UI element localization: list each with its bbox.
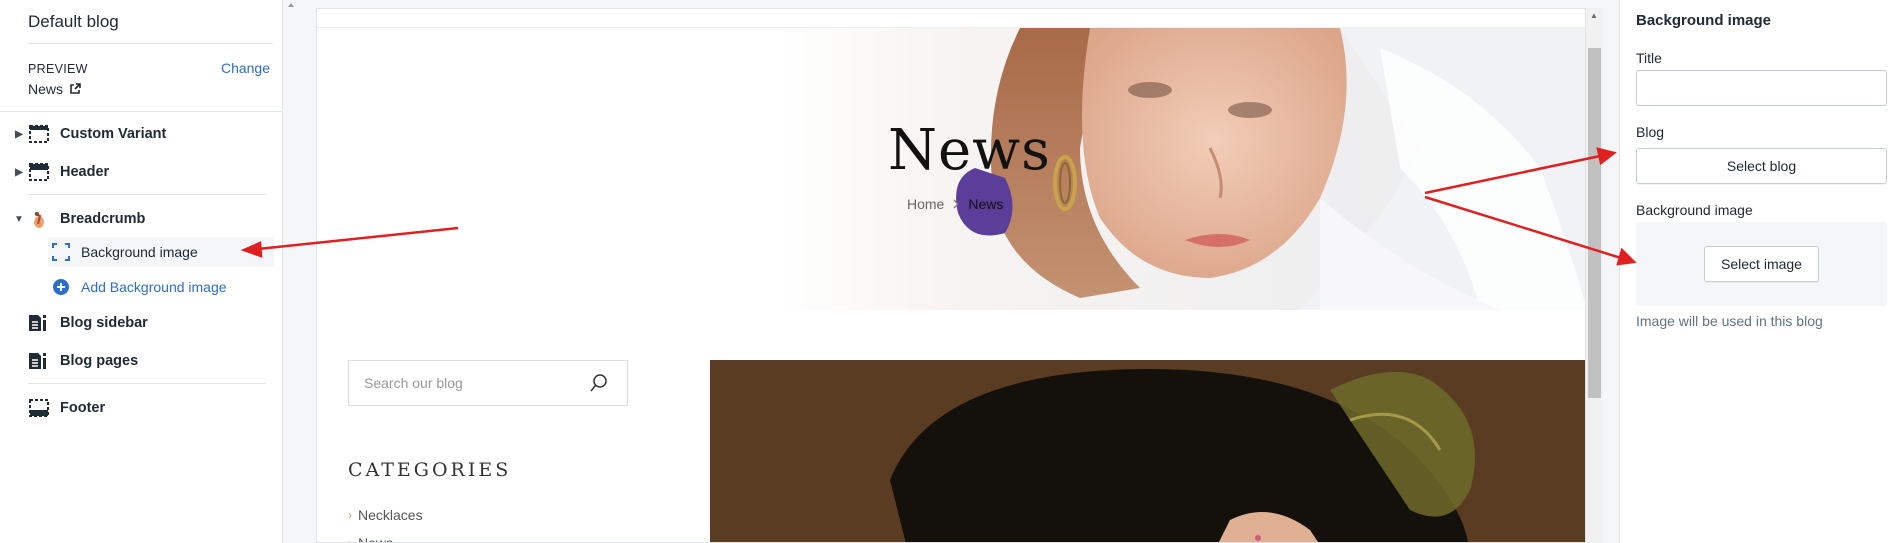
block-label: Background image (81, 244, 198, 260)
caret-down-icon[interactable]: ▼ (12, 214, 26, 225)
category-label: News (358, 535, 394, 543)
section-blog-sidebar[interactable]: Blog sidebar (0, 307, 276, 339)
section-label: Footer (60, 400, 106, 416)
external-link-icon (70, 83, 81, 94)
breadcrumb-current: News (968, 196, 1004, 212)
section-label: Blog sidebar (60, 315, 148, 331)
plus-circle-icon (51, 277, 71, 297)
blog-field-label: Blog (1636, 124, 1665, 140)
section-footer[interactable]: Footer (0, 392, 276, 424)
title-field[interactable] (1636, 70, 1887, 106)
theme-editor-sidebar: Default blog PREVIEW Change News ▶ Custo… (0, 0, 283, 543)
panel-title: Background image (1636, 12, 1772, 29)
preview-label: PREVIEW (28, 62, 88, 76)
search-placeholder: Search our blog (364, 375, 463, 391)
section-custom-variant[interactable]: ▶ Custom Variant (0, 118, 276, 150)
scrollbar-thumb[interactable] (1588, 48, 1601, 398)
preview-announcement-strip (317, 9, 1585, 28)
section-icon (28, 125, 50, 143)
section-label: Blog pages (60, 353, 139, 369)
chevron-right-icon: › (348, 508, 352, 522)
section-header[interactable]: ▶ Header (0, 156, 276, 188)
add-background-image-button[interactable]: Add Background image (48, 272, 274, 302)
category-link[interactable]: › News (348, 535, 394, 543)
blog-search-input[interactable]: Search our blog (348, 360, 628, 406)
section-label: Breadcrumb (60, 211, 146, 227)
footer-icon (28, 399, 50, 417)
divider (0, 111, 283, 112)
sidebar-title: Default blog (28, 12, 119, 31)
breadcrumb-hero: News Home News (317, 28, 1585, 310)
section-label: Header (60, 164, 110, 180)
search-icon[interactable] (589, 373, 609, 393)
caret-right-icon[interactable]: ▶ (12, 129, 26, 140)
preview-scrollbar[interactable]: ▲ (1586, 8, 1603, 543)
blog-post-featured-image[interactable] (710, 360, 1586, 543)
block-background-image[interactable]: Background image (48, 237, 274, 267)
chevron-right-icon: › (348, 536, 352, 543)
block-settings-panel: Background image Title Blog Select blog … (1619, 0, 1901, 543)
categories-heading: CATEGORIES (348, 459, 512, 481)
preview-top-gap (284, 0, 1619, 6)
scroll-up-arrow-icon[interactable]: ▲ (1590, 11, 1598, 20)
help-text: Image will be used in this blog (1636, 313, 1823, 329)
breadcrumb-app-icon (28, 210, 50, 228)
background-image-field-label: Background image (1636, 202, 1753, 218)
preview-value-text: News (28, 81, 64, 97)
breadcrumb: Home News (907, 196, 1003, 212)
section-breadcrumb[interactable]: ▼ Breadcrumb (0, 203, 276, 235)
select-image-button[interactable]: Select image (1704, 246, 1819, 282)
blog-icon (28, 314, 50, 332)
title-field-label: Title (1636, 50, 1662, 66)
blog-icon (28, 352, 50, 370)
select-blog-button[interactable]: Select blog (1636, 148, 1887, 184)
preview-value[interactable]: News (28, 81, 81, 97)
add-block-label: Add Background image (81, 279, 227, 295)
scroll-up-arrow-icon[interactable] (284, 0, 298, 10)
section-blog-pages[interactable]: Blog pages (0, 345, 276, 377)
divider (28, 383, 266, 384)
category-link[interactable]: › Necklaces (348, 507, 423, 523)
caret-right-icon[interactable]: ▶ (12, 167, 26, 178)
preview-frame: News Home News Search our blog CATEGORIE… (316, 8, 1586, 543)
divider (28, 43, 273, 44)
change-preview-link[interactable]: Change (221, 60, 270, 76)
chevron-right-icon (953, 199, 960, 209)
store-preview-area: News Home News Search our blog CATEGORIE… (284, 0, 1619, 543)
breadcrumb-home-link[interactable]: Home (907, 196, 944, 212)
section-label: Custom Variant (60, 126, 167, 142)
dashed-square-icon (51, 242, 71, 262)
category-label: Necklaces (358, 507, 423, 523)
divider (28, 194, 266, 195)
header-icon (28, 163, 50, 181)
image-picker-dropzone[interactable]: Select image (1636, 222, 1887, 306)
hero-title: News (888, 118, 1051, 183)
